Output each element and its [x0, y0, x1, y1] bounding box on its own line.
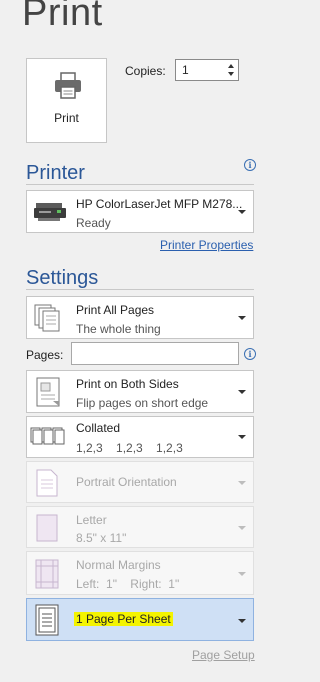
divider	[26, 289, 254, 290]
duplex-title: Print on Both Sides	[76, 377, 179, 391]
orientation-dropdown[interactable]: Portrait Orientation	[26, 461, 254, 503]
pages-per-sheet-title: 1 Page Per Sheet	[74, 612, 173, 626]
copies-stepper[interactable]	[225, 60, 238, 80]
settings-heading: Settings	[26, 267, 99, 289]
margins-title: Normal Margins	[76, 558, 161, 572]
collated-icon	[30, 425, 66, 454]
page-setup-link[interactable]: Page Setup	[192, 648, 255, 662]
chevron-down-icon	[238, 390, 246, 394]
paper-size-subtitle: 8.5" x 11"	[76, 531, 127, 545]
margins-subtitle: Left: 1" Right: 1"	[76, 577, 180, 591]
copies-value: 1	[182, 63, 189, 77]
divider	[26, 184, 254, 185]
pages-per-sheet-label: 1 Page Per Sheet	[74, 612, 173, 626]
orientation-title: Portrait Orientation	[76, 475, 177, 489]
info-icon[interactable]: i	[244, 159, 256, 171]
print-range-subtitle: The whole thing	[76, 322, 161, 336]
margins-dropdown[interactable]: Normal Margins Left: 1" Right: 1"	[26, 551, 254, 595]
chevron-down-icon	[238, 619, 246, 623]
margins-icon	[35, 559, 59, 594]
portrait-page-icon	[36, 469, 58, 502]
chevron-down-icon	[238, 435, 246, 439]
printer-dropdown[interactable]: HP ColorLaserJet MFP M278... Ready	[26, 190, 254, 233]
pages-stack-icon	[33, 303, 63, 338]
printer-heading: Printer	[26, 162, 85, 184]
spin-down-icon[interactable]	[228, 72, 234, 76]
print-button[interactable]: Print	[26, 58, 107, 143]
copies-input[interactable]: 1	[175, 59, 239, 81]
chevron-down-icon	[238, 526, 246, 530]
printer-properties-link[interactable]: Printer Properties	[160, 238, 253, 252]
collation-subtitle: 1,2,3 1,2,3 1,2,3	[76, 441, 183, 455]
single-page-icon	[35, 604, 59, 641]
spin-up-icon[interactable]	[228, 64, 234, 68]
chevron-down-icon	[238, 210, 246, 214]
print-range-title: Print All Pages	[76, 303, 155, 317]
paper-size-dropdown[interactable]: Letter 8.5" x 11"	[26, 506, 254, 548]
paper-size-title: Letter	[76, 513, 107, 527]
print-button-label: Print	[54, 111, 79, 125]
pages-label: Pages:	[26, 348, 64, 362]
collation-title: Collated	[76, 421, 121, 435]
printer-status: Ready	[76, 216, 111, 230]
printer-icon	[53, 72, 83, 105]
printer-device-icon	[33, 201, 67, 228]
print-range-dropdown[interactable]: Print All Pages The whole thing	[26, 296, 254, 339]
pages-per-sheet-dropdown[interactable]: 1 Page Per Sheet	[26, 598, 254, 641]
duplex-subtitle: Flip pages on short edge	[76, 396, 209, 410]
page-title: Print	[22, 0, 103, 34]
collation-dropdown[interactable]: Collated 1,2,3 1,2,3 1,2,3	[26, 416, 254, 458]
duplex-icon	[33, 377, 63, 412]
paper-size-icon	[36, 514, 58, 547]
chevron-down-icon	[238, 316, 246, 320]
chevron-down-icon	[238, 481, 246, 485]
chevron-down-icon	[238, 572, 246, 576]
copies-label: Copies:	[125, 64, 166, 78]
info-icon[interactable]: i	[244, 348, 256, 360]
printer-name: HP ColorLaserJet MFP M278...	[76, 197, 243, 211]
pages-input[interactable]	[71, 342, 239, 365]
duplex-dropdown[interactable]: Print on Both Sides Flip pages on short …	[26, 370, 254, 413]
